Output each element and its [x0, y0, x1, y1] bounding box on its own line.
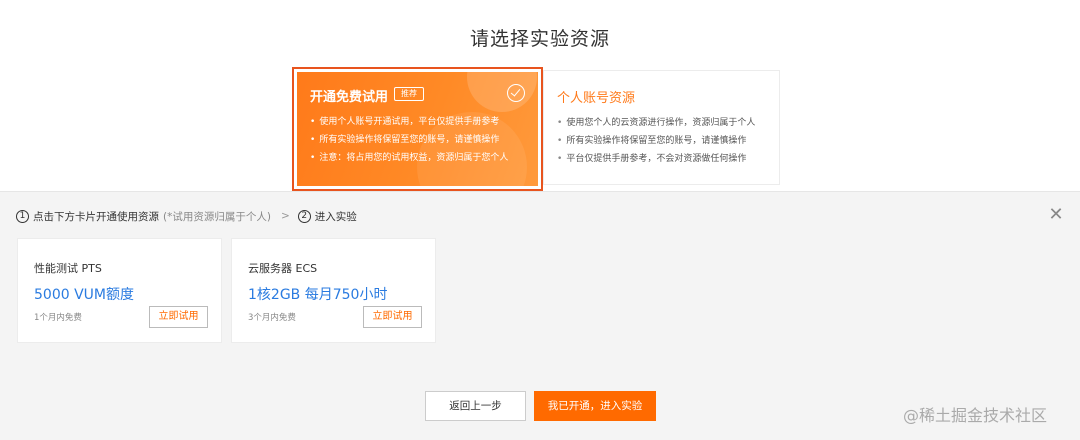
- back-button[interactable]: 返回上一步: [425, 391, 526, 421]
- card-product-name: 云服务器 ECS: [248, 262, 318, 275]
- option-description-list: 使用您个人的云资源进行操作，资源归属于个人 所有实验操作将保留至您的账号，请谨慎…: [557, 114, 755, 168]
- try-now-button[interactable]: 立即试用: [363, 306, 422, 328]
- step-label: 进入实验: [314, 210, 357, 223]
- option-title: 个人账号资源: [557, 91, 636, 106]
- list-item: 使用您个人的云资源进行操作，资源归属于个人: [557, 114, 755, 132]
- close-icon[interactable]: ✕: [1046, 206, 1066, 226]
- resource-card-pts[interactable]: 性能测试 PTS 5000 VUM额度 1个月内免费 立即试用: [17, 238, 222, 343]
- step-note: (*试用资源归属于个人): [163, 210, 271, 223]
- card-free-period: 1个月内免费: [34, 313, 82, 323]
- option-title: 开通免费试用: [310, 90, 389, 105]
- list-item: 注意：将占用您的试用权益，资源归属于您个人: [310, 149, 508, 167]
- step-guide: 1 点击下方卡片开通使用资源 (*试用资源归属于个人) > 2 进入实验: [16, 207, 357, 225]
- step-number: 1: [16, 209, 29, 223]
- option-free-trial[interactable]: 开通免费试用 推荐 使用个人账号开通试用，平台仅提供手册参考 所有实验操作将保留…: [297, 72, 538, 186]
- list-item: 所有实验操作将保留至您的账号，请谨慎操作: [557, 132, 755, 150]
- chevron-right-icon: >: [280, 210, 290, 222]
- decorative-circle: [467, 72, 537, 112]
- recommend-badge: 推荐: [394, 87, 424, 101]
- resource-selection-panel: 请选择实验资源 开通免费试用 推荐 使用个人账号开通试用，平台仅提供手册参考 所…: [0, 0, 1080, 192]
- list-item: 使用个人账号开通试用，平台仅提供手册参考: [310, 113, 508, 131]
- watermark: @稀土掘金技术社区: [903, 406, 1048, 425]
- page-title: 请选择实验资源: [469, 28, 610, 50]
- card-quota: 1核2GB 每月750小时: [248, 287, 388, 303]
- step-number: 2: [297, 209, 311, 223]
- list-item: 平台仅提供手册参考，不会对资源做任何操作: [557, 150, 755, 168]
- try-now-button[interactable]: 立即试用: [149, 306, 208, 328]
- option-description-list: 使用个人账号开通试用，平台仅提供手册参考 所有实验操作将保留至您的账号，请谨慎操…: [310, 113, 508, 167]
- card-product-name: 性能测试 PTS: [34, 262, 102, 275]
- step-label: 点击下方卡片开通使用资源: [33, 210, 159, 223]
- option-personal-account[interactable]: 个人账号资源 使用您个人的云资源进行操作，资源归属于个人 所有实验操作将保留至您…: [543, 70, 780, 185]
- resource-card-ecs[interactable]: 云服务器 ECS 1核2GB 每月750小时 3个月内免费 立即试用: [231, 238, 436, 343]
- list-item: 所有实验操作将保留至您的账号，请谨慎操作: [310, 131, 508, 149]
- enter-lab-button[interactable]: 我已开通，进入实验: [534, 391, 656, 421]
- check-circle-icon: [507, 84, 525, 102]
- card-quota: 5000 VUM额度: [34, 287, 134, 303]
- card-free-period: 3个月内免费: [248, 313, 296, 323]
